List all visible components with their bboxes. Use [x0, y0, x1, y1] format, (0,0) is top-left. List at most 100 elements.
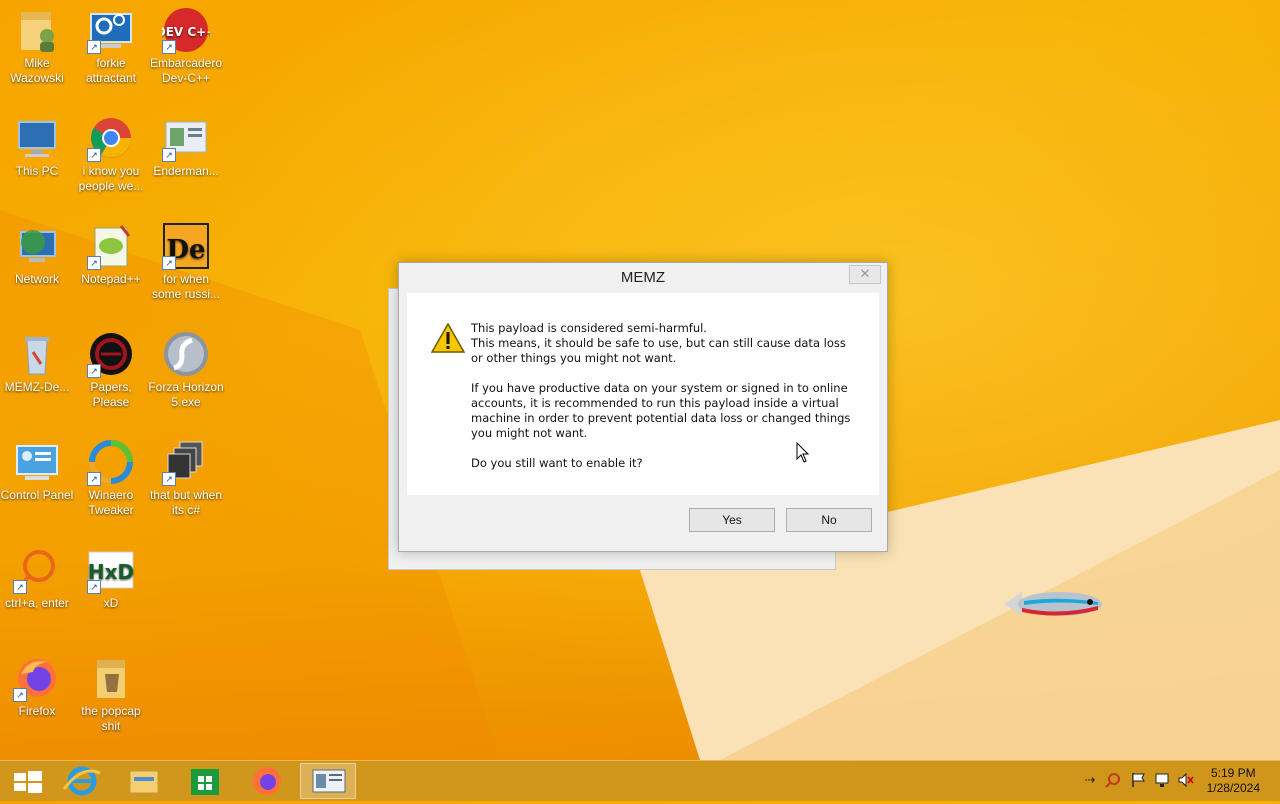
internet-explorer-icon [62, 766, 101, 796]
shortcut-arrow-icon: ↗ [162, 472, 176, 486]
desktop-icon-mike-wazowski[interactable]: Mike Wazowski [0, 2, 75, 86]
desktop-icon-label: Notepad++ [81, 272, 141, 286]
network-globe-icon [13, 222, 61, 270]
desktop-icon-label: Network [14, 272, 59, 286]
show-hidden-icons-icon[interactable]: ⇢ [1082, 772, 1098, 788]
control-panel-icon [13, 438, 61, 486]
taskbar-store[interactable] [177, 763, 233, 799]
computer-icon [13, 114, 61, 162]
desktop-icon-label: forkie attractant [85, 56, 137, 85]
notepad-plus-icon: ↗ [87, 222, 135, 270]
shortcut-arrow-icon: ↗ [13, 688, 27, 702]
winaero-icon: ↗ [87, 438, 135, 486]
dialog-line-2: This means, it should be safe to use, bu… [471, 336, 846, 365]
folder-icon [129, 770, 159, 794]
desktop-icon-xd[interactable]: HxD ↗ xD [73, 542, 149, 611]
de-app-icon: De ↗ [162, 222, 210, 270]
taskbar: ⇢ 5:19 PM 1/28/2024 [0, 760, 1280, 801]
taskbar-firefox[interactable] [239, 763, 295, 799]
close-button[interactable]: ✕ [849, 265, 881, 284]
desktop-icon-enderman[interactable]: ↗ Enderman... [148, 110, 224, 179]
desktop-icon-network[interactable]: Network [0, 218, 75, 287]
shortcut-arrow-icon: ↗ [162, 256, 176, 270]
desktop-icon-label: Winaero Tweaker [88, 488, 134, 517]
firefox-icon: ↗ [13, 654, 61, 702]
desktop-icon-label: Firefox [18, 704, 56, 718]
desktop-icon-this-pc[interactable]: This PC [0, 110, 75, 179]
desktop-icon-forza[interactable]: Forza Horizon 5.exe [148, 326, 224, 410]
dialog-title: MEMZ [620, 269, 666, 286]
shortcut-arrow-icon: ↗ [162, 148, 176, 162]
neon-tetra-fish-icon [1004, 592, 1102, 616]
desktop-icon-label: the popcap shit [81, 704, 141, 733]
desktop-icon-that-but-when-its-cs[interactable]: ↗ that but when its c# [148, 434, 224, 518]
desktop-icon-label: Embarcadero Dev-C++ [149, 56, 223, 85]
taskbar-memz-window[interactable] [300, 763, 356, 799]
no-button[interactable]: No [786, 508, 872, 532]
desktop-icon-label: Forza Horizon 5.exe [148, 380, 224, 409]
network-tray-icon[interactable] [1154, 772, 1170, 788]
dialog-titlebar[interactable]: MEMZ ✕ [399, 263, 887, 291]
shortcut-arrow-icon: ↗ [87, 472, 101, 486]
desktop-icon-label: Papers, Please [90, 380, 132, 409]
desktop-icon-for-when-some-russi[interactable]: De ↗ for when some russi... [148, 218, 224, 302]
desktop-icon-forkie-attractant[interactable]: ↗ forkie attractant [73, 2, 149, 86]
dialog-paragraph-2: If you have productive data on your syst… [471, 381, 851, 440]
desktop-icon-notepad-plus[interactable]: ↗ Notepad++ [73, 218, 149, 287]
desktop-icon-label: MEMZ-De... [4, 380, 70, 394]
desktop-icon-label: xD [103, 596, 119, 610]
papers-please-icon: ↗ [87, 330, 135, 378]
shortcut-arrow-icon: ↗ [162, 40, 176, 54]
desktop-icon-label: that but when its c# [149, 488, 223, 517]
folder-icon [87, 654, 135, 702]
clock-date: 1/28/2024 [1206, 781, 1260, 795]
desktop-icon-label: Mike Wazowski [10, 56, 64, 85]
taskbar-file-explorer[interactable] [116, 763, 172, 799]
chrome-icon: ↗ [87, 114, 135, 162]
store-icon [191, 769, 219, 795]
shortcut-arrow-icon: ↗ [87, 40, 101, 54]
desktop-icon-memz[interactable]: MEMZ-De... [0, 326, 75, 395]
dialog-body: This payload is considered semi-harmful.… [407, 293, 879, 495]
folder-person-icon [13, 6, 61, 54]
volume-muted-icon[interactable] [1178, 772, 1194, 788]
recycle-bin-icon [13, 330, 61, 378]
desktop-icon-label: Control Panel [0, 488, 74, 502]
yes-button[interactable]: Yes [689, 508, 775, 532]
window-app-icon [312, 769, 346, 793]
desktop-icon-popcap[interactable]: the popcap shit [73, 650, 149, 734]
search-tray-icon[interactable] [1105, 772, 1121, 788]
desktop-icon-label: ctrl+a, enter [5, 596, 69, 610]
desktop-icon-label: for when some russi... [151, 272, 220, 301]
clock-time: 5:19 PM [1210, 766, 1256, 780]
dialog-paragraph-1: This payload is considered semi-harmful.… [471, 321, 856, 366]
desktop-icon-control-panel[interactable]: Control Panel [0, 434, 75, 503]
shortcut-arrow-icon: ↗ [87, 148, 101, 162]
shortcut-arrow-icon: ↗ [13, 580, 27, 594]
memz-dialog: MEMZ ✕ This payload is considered semi-h… [398, 262, 888, 552]
dialog-line-1: This payload is considered semi-harmful. [471, 321, 707, 335]
shortcut-arrow-icon: ↗ [87, 364, 101, 378]
desktop-icon-firefox[interactable]: ↗ Firefox [0, 650, 75, 719]
desktop-icon-ctrl-a-enter[interactable]: ↗ ctrl+a, enter [0, 542, 75, 611]
action-center-flag-icon[interactable] [1130, 772, 1146, 788]
desktop-icon-label: i know you people we... [78, 164, 144, 193]
dev-cpp-logo-text: DEV C++ [162, 25, 210, 39]
taskbar-clock[interactable]: 5:19 PM 1/28/2024 [1207, 766, 1260, 796]
taskbar-internet-explorer[interactable] [54, 763, 110, 799]
stacked-windows-icon: ↗ [162, 438, 210, 486]
desktop-icon-winaero-tweaker[interactable]: ↗ Winaero Tweaker [73, 434, 149, 518]
warning-icon [431, 323, 465, 353]
start-button[interactable] [0, 763, 56, 799]
shortcut-arrow-icon: ↗ [87, 256, 101, 270]
window-app-icon: ↗ [162, 114, 210, 162]
windows-logo-icon [14, 771, 42, 793]
desktop-icon-papers-please[interactable]: ↗ Papers, Please [73, 326, 149, 410]
search-circle-icon: ↗ [13, 546, 61, 594]
desktop-icon-label: This PC [15, 164, 59, 178]
desktop-icon-chrome[interactable]: ↗ i know you people we... [73, 110, 149, 194]
shortcut-arrow-icon: ↗ [87, 580, 101, 594]
dev-cpp-icon: DEV C++ ↗ [156, 6, 216, 54]
desktop-icon-dev-cpp[interactable]: DEV C++ ↗ Embarcadero Dev-C++ [148, 2, 224, 86]
firefox-icon [253, 767, 281, 795]
